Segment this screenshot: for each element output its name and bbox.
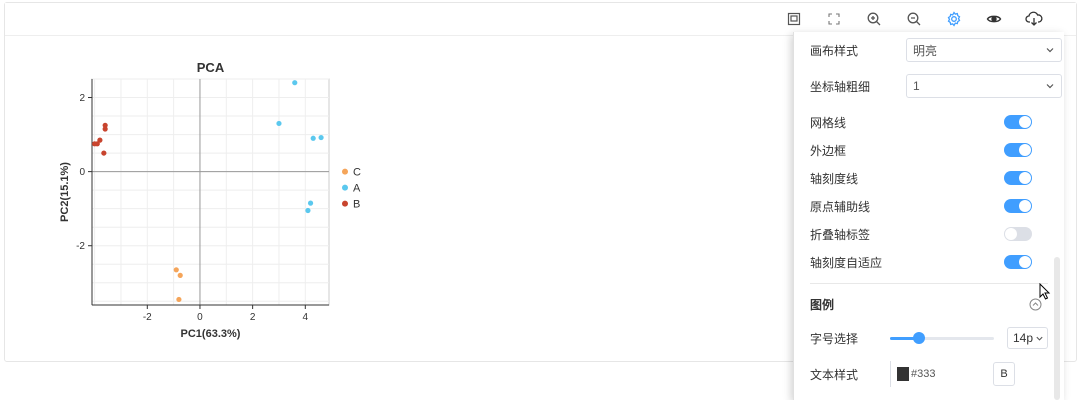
tick-adaptive-toggle[interactable]	[1004, 255, 1032, 269]
data-point-C	[176, 296, 182, 303]
data-point-A	[307, 200, 314, 206]
settings-panel: 画布样式 明亮 坐标轴粗细 1 网格线 外边框 轴刻度线 原点辅助线 折叠轴标签…	[793, 32, 1064, 400]
slider-handle[interactable]	[913, 332, 926, 344]
border-toggle[interactable]	[1004, 143, 1032, 157]
data-point-B	[92, 141, 98, 147]
x-tick-label: 4	[303, 312, 309, 323]
gridline-toggle[interactable]	[1004, 115, 1032, 129]
text-color-picker[interactable]: #333	[890, 361, 980, 387]
y-tick-label: -2	[76, 241, 85, 252]
gridline-label: 网格线	[810, 115, 847, 130]
data-point-A	[292, 80, 298, 86]
axis-width-value: 1	[913, 79, 920, 93]
data-point-A	[305, 207, 311, 214]
gridline-row: 网格线	[810, 108, 1048, 136]
font-size-select[interactable]: 14p	[1007, 327, 1048, 349]
y-tick-label: 2	[79, 93, 85, 104]
x-tick-label: 0	[197, 312, 203, 323]
panel-scrollbar[interactable]	[1054, 257, 1060, 400]
text-style-row: 文本样式 #333 B	[810, 360, 1048, 388]
legend-label-A: A	[353, 183, 361, 195]
legend-marker-B	[342, 200, 348, 207]
section-divider	[810, 283, 1048, 284]
axis-width-select[interactable]: 1	[906, 74, 1062, 98]
fold-axis-toggle[interactable]	[1004, 227, 1032, 241]
layout-style-row: 画布样式 明亮	[810, 36, 1062, 64]
legend-marker-A	[342, 184, 348, 191]
origin-line-label: 原点辅助线	[810, 199, 871, 214]
data-point-A	[310, 135, 316, 141]
x-tick-label: -2	[143, 312, 152, 323]
legend-label-B: B	[353, 199, 360, 211]
mouse-cursor-icon	[1039, 283, 1051, 300]
axis-width-row: 坐标轴粗细 1	[810, 72, 1062, 100]
color-swatch	[897, 367, 909, 381]
tick-line-toggle[interactable]	[1004, 171, 1032, 185]
fold-axis-label: 折叠轴标签	[810, 227, 871, 242]
fold-axis-row: 折叠轴标签	[810, 220, 1048, 248]
legend-marker-C	[342, 168, 348, 175]
layout-style-value: 明亮	[913, 43, 938, 58]
pca-chart: -2 0 2 4 -2 0 2 PCA PC1(63.3%) PC2(15.1%) CAB	[59, 60, 361, 340]
legend-label-C: C	[353, 167, 361, 179]
y-tick-label: 0	[79, 167, 85, 178]
eye-icon[interactable]	[983, 8, 1005, 30]
zoom-in-icon[interactable]	[863, 8, 885, 30]
chevron-down-icon	[1046, 84, 1054, 89]
chart-title: PCA	[197, 60, 225, 75]
y-axis-label: PC2(15.1%)	[59, 162, 71, 222]
settings-icon[interactable]	[943, 8, 965, 30]
save-icon[interactable]	[783, 8, 805, 30]
legend-section-title: 图例	[810, 297, 835, 312]
data-point-A	[276, 120, 282, 127]
axis-width-label: 坐标轴粗细	[810, 79, 871, 94]
data-point-C	[173, 267, 179, 273]
text-style-label: 文本样式	[810, 367, 859, 382]
x-axis-label: PC1(63.3%)	[181, 328, 241, 340]
chevron-down-icon	[1046, 48, 1054, 53]
legend-section-header[interactable]: 图例	[810, 290, 1048, 318]
data-point-B	[101, 150, 107, 156]
x-tick-label: 2	[250, 312, 256, 323]
data-point-C	[177, 272, 183, 278]
font-size-slider[interactable]	[890, 332, 994, 344]
layout-style-select[interactable]: 明亮	[906, 38, 1062, 62]
layout-style-label: 画布样式	[810, 43, 859, 58]
tick-line-label: 轴刻度线	[810, 171, 859, 186]
origin-line-row: 原点辅助线	[810, 192, 1048, 220]
border-row: 外边框	[810, 136, 1048, 164]
font-size-value: 14p	[1013, 331, 1034, 345]
cloud-download-icon[interactable]	[1023, 8, 1045, 30]
data-point-A	[318, 134, 324, 141]
data-point-B	[102, 126, 108, 132]
fullscreen-icon[interactable]	[823, 8, 845, 30]
text-color-value: #333	[911, 368, 936, 380]
plot-area	[91, 78, 330, 306]
font-size-row: 字号选择 14p	[810, 324, 1048, 352]
zoom-out-icon[interactable]	[903, 8, 925, 30]
bold-button[interactable]: B	[993, 362, 1015, 386]
tick-adaptive-label: 轴刻度自适应	[810, 255, 883, 270]
tick-adaptive-row: 轴刻度自适应	[810, 248, 1048, 276]
border-label: 外边框	[810, 143, 847, 158]
tick-line-row: 轴刻度线	[810, 164, 1048, 192]
font-size-label: 字号选择	[810, 331, 859, 346]
chevron-down-icon	[1036, 336, 1043, 341]
origin-line-toggle[interactable]	[1004, 199, 1032, 213]
